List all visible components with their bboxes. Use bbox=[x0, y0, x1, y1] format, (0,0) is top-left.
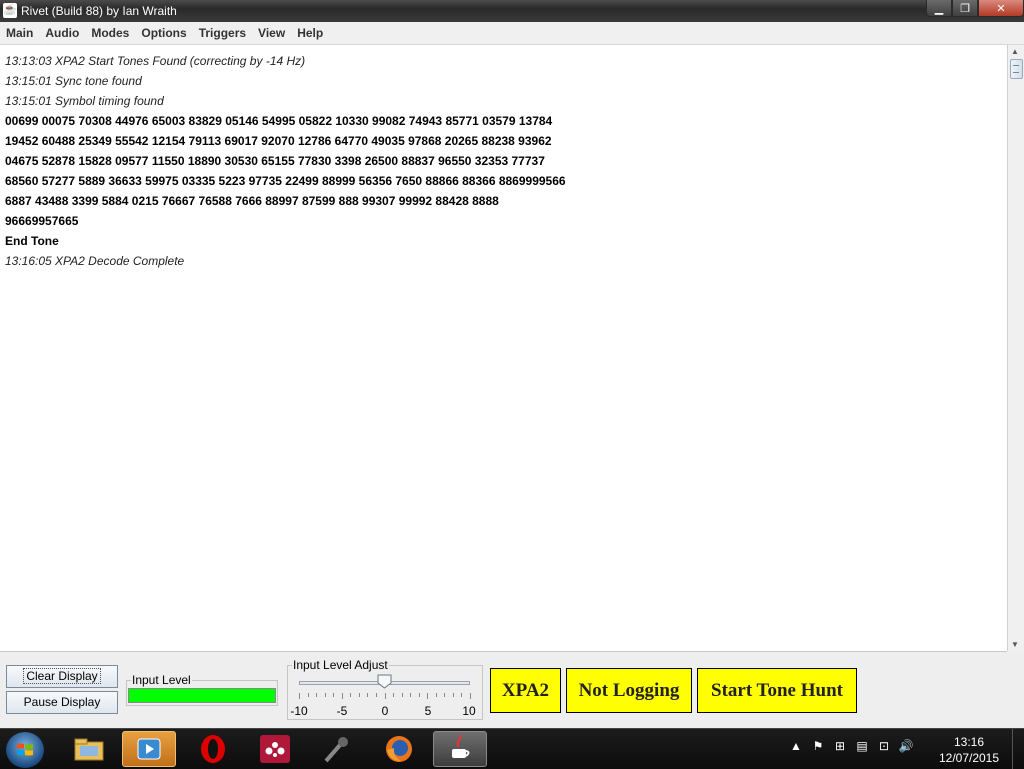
slider-tick bbox=[367, 693, 369, 697]
log-line: 19452 60488 25349 55542 12154 79113 6901… bbox=[5, 134, 552, 148]
log-line: 68560 57277 5889 36633 59975 03335 5223 … bbox=[5, 174, 566, 188]
tick-label: -5 bbox=[336, 704, 348, 718]
taskbar: ▲ ⚑ ⊞ ▤ ⊡ 🔊 13:16 12/07/2015 bbox=[0, 728, 1024, 769]
menu-bar: Main Audio Modes Options Triggers View H… bbox=[0, 22, 1024, 45]
start-button[interactable] bbox=[6, 732, 44, 768]
slider-tick bbox=[470, 693, 471, 699]
slider-tick bbox=[307, 693, 309, 697]
firefox-icon[interactable] bbox=[372, 731, 426, 767]
log-line: 13:16:05 XPA2 Decode Complete bbox=[5, 254, 185, 268]
input-level-label: Input Level bbox=[131, 673, 192, 687]
pause-display-button[interactable]: Pause Display bbox=[6, 691, 118, 714]
slider-tick bbox=[427, 693, 429, 699]
log-line: 00699 00075 70308 44976 65003 83829 0514… bbox=[5, 114, 553, 128]
media-player-icon[interactable] bbox=[122, 731, 176, 767]
pause-display-label: Pause Display bbox=[23, 695, 101, 709]
menu-triggers[interactable]: Triggers bbox=[193, 26, 252, 40]
java-icon[interactable] bbox=[433, 731, 487, 767]
flag-icon[interactable]: ⚑ bbox=[810, 739, 826, 753]
input-level-slider-thumb[interactable] bbox=[377, 674, 392, 689]
scroll-up-icon[interactable]: ▲ bbox=[1011, 47, 1019, 56]
clipboard-icon[interactable]: ▤ bbox=[854, 739, 870, 753]
title-bar: ☕ Rivet (Build 88) by Ian Wraith ▁ ❐ ✕ bbox=[0, 0, 1024, 22]
close-icon: ✕ bbox=[996, 2, 1006, 15]
slider-ticks bbox=[299, 693, 471, 699]
log-line: 13:15:01 Sync tone found bbox=[5, 74, 142, 88]
minimize-icon: ▁ bbox=[934, 2, 944, 15]
scroll-down-icon[interactable]: ▼ bbox=[1011, 640, 1019, 649]
volume-icon[interactable]: 🔊 bbox=[898, 739, 914, 753]
tick-label: -10 bbox=[290, 704, 308, 718]
window-title: Rivet (Build 88) by Ian Wraith bbox=[21, 4, 177, 18]
slider-tick bbox=[401, 693, 403, 697]
slider-tick bbox=[435, 693, 437, 697]
clear-display-label: Clear Display bbox=[23, 668, 101, 684]
menu-audio[interactable]: Audio bbox=[39, 26, 85, 40]
menu-options[interactable]: Options bbox=[135, 26, 192, 40]
slider-tick bbox=[393, 693, 395, 697]
maximize-button[interactable]: ❐ bbox=[952, 0, 978, 17]
input-level-fill bbox=[129, 689, 275, 702]
show-desktop-button[interactable] bbox=[1012, 729, 1024, 769]
java-cup-icon[interactable]: ☕ bbox=[3, 3, 17, 18]
log-line: End Tone bbox=[5, 234, 59, 248]
slider-tick bbox=[358, 693, 360, 697]
close-button[interactable]: ✕ bbox=[978, 0, 1024, 17]
slider-tick bbox=[333, 693, 335, 697]
slider-tick bbox=[418, 693, 420, 697]
clear-display-button[interactable]: Clear Display bbox=[6, 665, 118, 688]
minimize-button[interactable]: ▁ bbox=[926, 0, 952, 17]
network-icon[interactable]: ⊡ bbox=[876, 739, 892, 753]
menu-view[interactable]: View bbox=[252, 26, 291, 40]
system-tray: ▲ ⚑ ⊞ ▤ ⊡ 🔊 bbox=[788, 739, 914, 753]
slider-tick bbox=[461, 693, 463, 697]
windows-icon[interactable]: ⊞ bbox=[832, 739, 848, 753]
menu-help[interactable]: Help bbox=[291, 26, 329, 40]
maximize-icon: ❐ bbox=[960, 2, 970, 15]
input-level-meter bbox=[128, 688, 276, 703]
menu-main[interactable]: Main bbox=[0, 26, 39, 40]
tick-label: 0 bbox=[381, 704, 389, 718]
scroll-thumb[interactable] bbox=[1010, 59, 1023, 79]
tick-label: 5 bbox=[424, 704, 432, 718]
slider-tick bbox=[324, 693, 326, 697]
slider-tick bbox=[444, 693, 446, 697]
show-hidden-icons-chevron[interactable]: ▲ bbox=[788, 739, 804, 753]
log-line: 13:15:01 Symbol timing found bbox=[5, 94, 164, 108]
start-tone-hunt-button[interactable]: Start Tone Hunt bbox=[697, 668, 857, 713]
slider-tick bbox=[410, 693, 412, 697]
taskbar-clock[interactable]: 13:16 12/07/2015 bbox=[934, 734, 1004, 766]
mendeley-icon[interactable] bbox=[248, 731, 302, 767]
microphone-icon[interactable] bbox=[310, 731, 364, 767]
log-line: 6887 43488 3399 5884 0215 76667 76588 76… bbox=[5, 194, 499, 208]
slider-tick bbox=[350, 693, 352, 697]
tick-label: 10 bbox=[462, 704, 476, 718]
clock-date: 12/07/2015 bbox=[938, 751, 1000, 765]
slider-tick bbox=[375, 693, 377, 697]
input-level-adjust-label: Input Level Adjust bbox=[292, 658, 389, 672]
vertical-scrollbar[interactable]: ▲ ▼ bbox=[1007, 45, 1024, 651]
slider-tick bbox=[341, 693, 343, 699]
windows-explorer-icon[interactable] bbox=[62, 731, 116, 767]
logging-button[interactable]: Not Logging bbox=[566, 668, 692, 713]
slider-tick bbox=[316, 693, 318, 697]
clock-time: 13:16 bbox=[953, 735, 985, 749]
slider-tick bbox=[384, 693, 386, 699]
slider-tick bbox=[452, 693, 454, 697]
opera-icon[interactable] bbox=[186, 731, 240, 767]
log-line: 96669957665 bbox=[5, 214, 79, 228]
decode-output-area[interactable]: 13:13:03 XPA2 Start Tones Found (correct… bbox=[0, 45, 1007, 652]
windows-logo-icon bbox=[17, 743, 33, 756]
log-line: 04675 52878 15828 09577 11550 18890 3053… bbox=[5, 154, 545, 168]
slider-tick bbox=[299, 693, 300, 699]
log-line: 13:13:03 XPA2 Start Tones Found (correct… bbox=[5, 54, 306, 68]
mode-button[interactable]: XPA2 bbox=[490, 668, 561, 713]
menu-modes[interactable]: Modes bbox=[85, 26, 135, 40]
window-controls: ▁ ❐ ✕ bbox=[926, 0, 1024, 18]
